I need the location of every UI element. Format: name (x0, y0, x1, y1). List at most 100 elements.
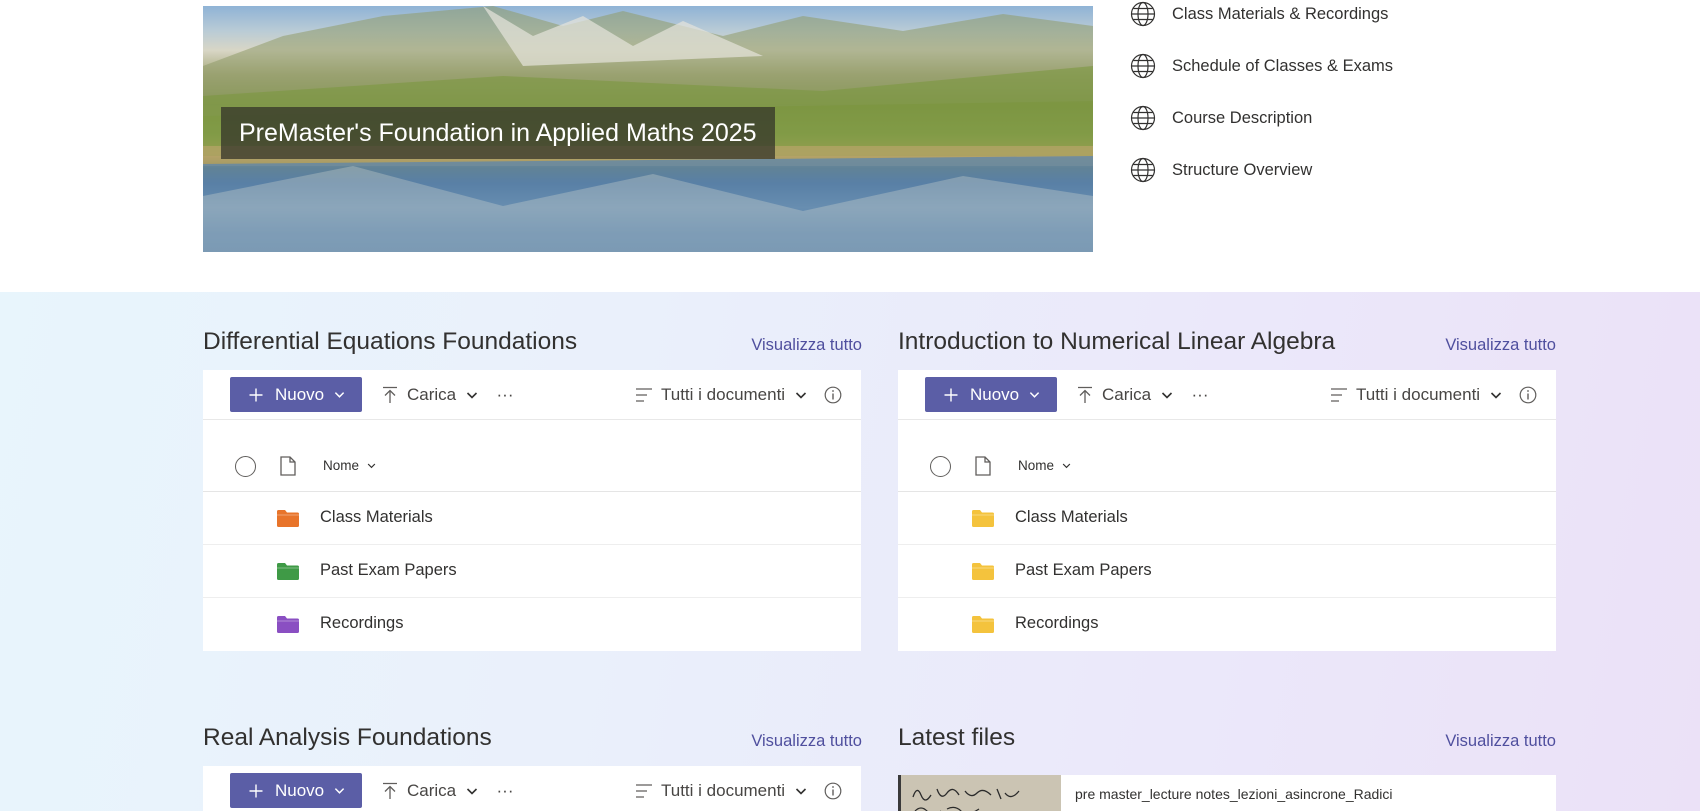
new-button-label: Nuovo (275, 780, 325, 800)
list-item[interactable]: Recordings (898, 598, 1556, 651)
folder-icon (972, 510, 994, 527)
folder-icon (972, 563, 994, 580)
more-options-button[interactable]: ··· (1190, 370, 1210, 420)
file-type-icon (974, 456, 992, 476)
list-header: Nome (203, 420, 861, 492)
folder-name: Recordings (1015, 614, 1099, 632)
globe-icon (1130, 105, 1156, 131)
file-thumbnail (898, 775, 1061, 811)
library-toolbar: Nuovo Carica ··· Tutti i documenti (203, 766, 861, 811)
quick-link-label: Class Materials & Recordings (1172, 4, 1389, 23)
folder-name: Past Exam Papers (320, 561, 457, 579)
quick-link-class-materials[interactable]: Class Materials & Recordings (1128, 0, 1548, 40)
upload-label: Carica (1102, 385, 1152, 404)
name-column-label: Nome (323, 458, 360, 473)
hero-section: PreMaster's Foundation in Applied Maths … (0, 0, 1700, 292)
folder-name: Past Exam Papers (1015, 561, 1152, 579)
name-column-label: Nome (1018, 458, 1055, 473)
select-all-checkbox[interactable] (930, 456, 951, 477)
more-options-button[interactable]: ··· (495, 766, 515, 811)
chevron-down-icon (466, 785, 478, 797)
file-name: pre master_lecture notes_lezioni_asincro… (1075, 786, 1393, 802)
document-library-differential-equations: Nuovo Carica ··· Tutti i documenti Nome … (203, 370, 861, 651)
new-button-label: Nuovo (275, 384, 325, 404)
list-item[interactable]: Past Exam Papers (203, 545, 861, 598)
name-column-header[interactable]: Nome (1018, 458, 1071, 473)
more-icon: ··· (496, 385, 514, 404)
upload-button[interactable]: Carica (381, 766, 478, 811)
list-item[interactable]: Class Materials (203, 492, 861, 545)
upload-button[interactable]: Carica (381, 370, 478, 420)
quick-link-label: Schedule of Classes & Exams (1172, 56, 1394, 75)
folder-icon (277, 616, 299, 633)
chevron-down-icon (334, 389, 345, 400)
view-lines-icon (635, 386, 653, 404)
chevron-down-icon (1161, 389, 1173, 401)
chevron-down-icon (334, 785, 345, 796)
section-title-latest-files: Latest files (898, 724, 1016, 751)
upload-icon (381, 782, 399, 800)
view-selector[interactable]: Tutti i documenti (1330, 370, 1502, 420)
chevron-down-icon (367, 461, 376, 470)
list-item[interactable]: Recordings (203, 598, 861, 651)
upload-button[interactable]: Carica (1076, 370, 1173, 420)
quick-link-structure-overview[interactable]: Structure Overview (1128, 144, 1548, 196)
view-all-link[interactable]: Visualizza tutto (1445, 336, 1556, 355)
info-icon (1519, 386, 1537, 404)
name-column-header[interactable]: Nome (323, 458, 376, 473)
new-button-label: Nuovo (970, 384, 1020, 404)
globe-icon (1130, 1, 1156, 27)
folder-icon (277, 563, 299, 580)
file-type-icon (279, 456, 297, 476)
chevron-down-icon (795, 785, 807, 797)
view-selector-label: Tutti i documenti (661, 385, 786, 404)
folder-icon (277, 510, 299, 527)
document-library-numerical-linear-algebra: Nuovo Carica ··· Tutti i documenti Nome … (898, 370, 1556, 651)
select-all-checkbox[interactable] (235, 456, 256, 477)
folder-name: Class Materials (320, 508, 433, 526)
quick-links: Class Materials & Recordings Schedule of… (1128, 0, 1548, 196)
list-item[interactable]: Past Exam Papers (898, 545, 1556, 598)
view-selector[interactable]: Tutti i documenti (635, 766, 807, 811)
list-item[interactable]: Class Materials (898, 492, 1556, 545)
view-selector-label: Tutti i documenti (661, 781, 786, 800)
info-button[interactable] (824, 766, 842, 811)
new-button[interactable]: Nuovo (230, 377, 362, 412)
section-title-differential-equations: Differential Equations Foundations (203, 328, 578, 355)
more-icon: ··· (1191, 385, 1209, 404)
chevron-down-icon (1062, 461, 1071, 470)
plus-icon (944, 388, 958, 402)
latest-file-card[interactable]: pre master_lecture notes_lezioni_asincro… (898, 775, 1556, 811)
globe-icon (1130, 53, 1156, 79)
view-all-link[interactable]: Visualizza tutto (751, 336, 862, 355)
library-toolbar: Nuovo Carica ··· Tutti i documenti (898, 370, 1556, 420)
quick-link-label: Structure Overview (1172, 160, 1313, 179)
upload-label: Carica (407, 781, 457, 800)
folder-name: Class Materials (1015, 508, 1128, 526)
info-icon (824, 386, 842, 404)
section-title-real-analysis: Real Analysis Foundations (203, 724, 492, 751)
globe-icon (1130, 157, 1156, 183)
upload-label: Carica (407, 385, 457, 404)
quick-link-course-description[interactable]: Course Description (1128, 92, 1548, 144)
more-options-button[interactable]: ··· (495, 370, 515, 420)
document-library-real-analysis: Nuovo Carica ··· Tutti i documenti (203, 766, 861, 811)
quick-link-schedule[interactable]: Schedule of Classes & Exams (1128, 40, 1548, 92)
chevron-down-icon (1029, 389, 1040, 400)
chevron-down-icon (466, 389, 478, 401)
library-toolbar: Nuovo Carica ··· Tutti i documenti (203, 370, 861, 420)
hero-title: PreMaster's Foundation in Applied Maths … (221, 107, 775, 159)
info-button[interactable] (824, 370, 842, 420)
new-button[interactable]: Nuovo (230, 773, 362, 808)
chevron-down-icon (795, 389, 807, 401)
view-all-link[interactable]: Visualizza tutto (751, 732, 862, 751)
view-all-link[interactable]: Visualizza tutto (1445, 732, 1556, 751)
quick-link-label: Course Description (1172, 108, 1313, 127)
info-button[interactable] (1519, 370, 1537, 420)
upload-icon (1076, 386, 1094, 404)
info-icon (824, 782, 842, 800)
chevron-down-icon (1490, 389, 1502, 401)
new-button[interactable]: Nuovo (925, 377, 1057, 412)
plus-icon (249, 388, 263, 402)
view-selector[interactable]: Tutti i documenti (635, 370, 807, 420)
